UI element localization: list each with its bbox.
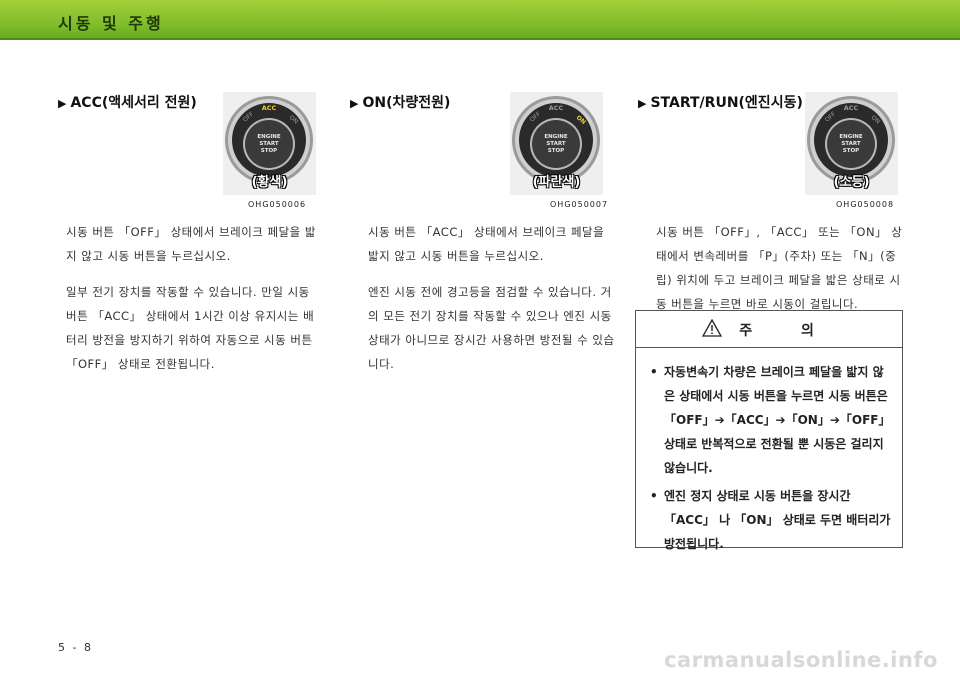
caution-title: 주 의 [739,323,836,339]
list-item: • 엔진 정지 상태로 시동 버튼을 장시간 「ACC」 나 「ON」 상태로 두… [650,484,894,556]
button-label-line: ENGINE [839,134,863,140]
indicator-color-label: (소등) [833,175,870,190]
bullet-dot-icon: • [650,489,658,503]
start-button-photo: OFF ACC ON ENGINE START STOP (파란색) [510,92,603,195]
ring-label-acc: ACC [549,104,564,112]
caution-header: 주 의 [636,311,902,348]
button-label-line: STOP [843,148,859,154]
section-body: 시동 버튼 「ACC」 상태에서 브레이크 페달을 밟지 않고 시동 버튼을 누… [368,220,618,388]
page-title: 시동 및 주행 [58,14,164,33]
triangle-bullet-icon: ▶ [350,97,359,110]
button-label-line: STOP [261,148,277,154]
paragraph: 시동 버튼 「ACC」 상태에서 브레이크 페달을 밟지 않고 시동 버튼을 누… [368,225,605,263]
button-label-line: ENGINE [544,134,568,140]
paragraph: 시동 버튼 「OFF」, 「ACC」 또는 「ON」 상태에서 변속레버를 「P… [656,225,903,311]
section-title: ▶ START/RUN(엔진시동) [638,95,803,111]
start-button-photo: OFF ACC ON ENGINE START STOP (소등) [805,92,898,195]
paragraph: 엔진 시동 전에 경고등을 점검할 수 있습니다. 거의 모든 전기 장치를 작… [368,285,615,371]
button-label-line: START [546,141,566,147]
caution-list: • 자동변속기 차량은 브레이크 페달을 밟지 않은 상태에서 시동 버튼을 누르… [636,360,902,556]
caution-box: 주 의 • 자동변속기 차량은 브레이크 페달을 밟지 않은 상태에서 시동 버튼… [635,310,903,551]
ring-label-acc: ACC [262,104,277,112]
warning-triangle-icon [702,318,723,341]
button-label-line: START [841,141,861,147]
section-title: ▶ ON(차량전원) [350,95,451,111]
paragraph: 일부 전기 장치를 작동할 수 있습니다. 만일 시동 버튼 「ACC」 상태에… [66,285,315,371]
section-title: ▶ ACC(액세서리 전원) [58,95,197,111]
button-label-line: ENGINE [257,134,281,140]
triangle-bullet-icon: ▶ [58,97,67,110]
indicator-color-label: (황색) [251,175,288,190]
start-button-photo: OFF ACC ON ENGINE START STOP (황색) [223,92,316,195]
header-bar: 시동 및 주행 [0,0,960,38]
image-code: OHG050008 [836,200,895,209]
paragraph: 시동 버튼 「OFF」 상태에서 브레이크 페달을 밟지 않고 시동 버튼을 누… [66,225,316,263]
watermark: carmanualsonline.info [664,648,938,672]
ring-label-acc: ACC [844,104,859,112]
section-body: 시동 버튼 「OFF」 상태에서 브레이크 페달을 밟지 않고 시동 버튼을 누… [66,220,323,388]
image-code: OHG050006 [248,200,307,209]
indicator-color-label: (파란색) [532,175,581,190]
triangle-bullet-icon: ▶ [638,97,647,110]
button-label-line: STOP [548,148,564,154]
list-item: • 자동변속기 차량은 브레이크 페달을 밟지 않은 상태에서 시동 버튼을 누르… [650,360,894,480]
page-number: 5 - 8 [58,641,93,654]
image-code: OHG050007 [550,200,609,209]
button-label-line: START [259,141,279,147]
bullet-dot-icon: • [650,365,658,379]
header-divider [0,38,960,40]
